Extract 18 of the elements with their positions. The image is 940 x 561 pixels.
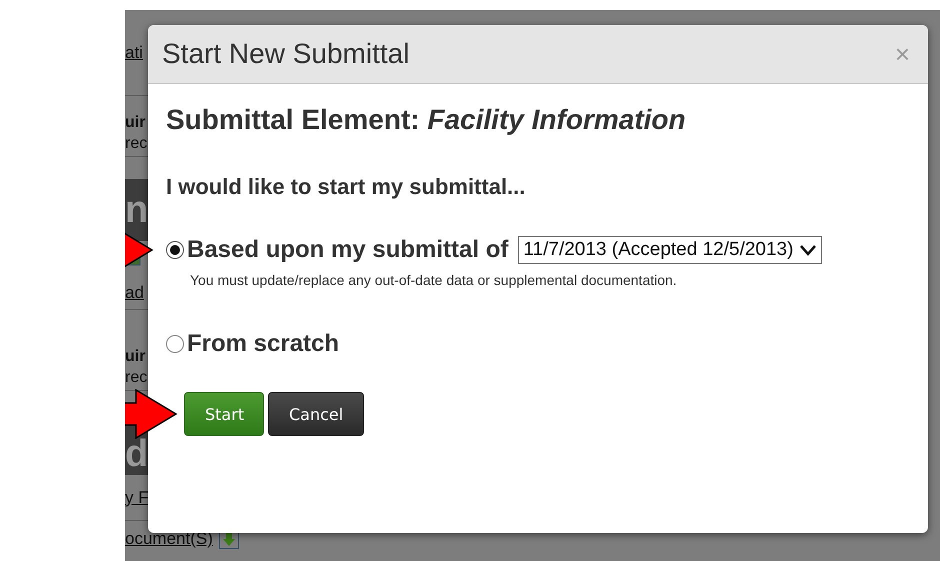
section-title: d — [125, 435, 148, 473]
option-label[interactable]: From scratch — [187, 330, 340, 358]
cancel-button[interactable]: Cancel — [268, 392, 364, 436]
option-label[interactable]: Based upon my submittal of — [187, 236, 508, 264]
page-label: uir — [125, 348, 146, 366]
radio-button[interactable] — [166, 335, 184, 353]
start-button[interactable]: Start — [184, 392, 264, 436]
radio-button[interactable] — [166, 241, 184, 259]
submittal-dropdown[interactable]: 11/7/2013 (Accepted 12/5/2013) — [518, 236, 822, 264]
section-title: n — [125, 188, 148, 232]
page-label: uir — [125, 114, 146, 132]
page-text: rec — [125, 369, 148, 387]
chevron-down-icon — [799, 244, 818, 256]
prompt-text: I would like to start my submittal... — [166, 174, 526, 200]
dialog-title: Start New Submittal — [162, 38, 410, 70]
hint-text: You must update/replace any out-of-date data or supplemental documentation. — [190, 272, 678, 288]
page-text: rec — [125, 135, 148, 153]
element-heading: Submittal Element: Facility Information — [166, 104, 687, 136]
